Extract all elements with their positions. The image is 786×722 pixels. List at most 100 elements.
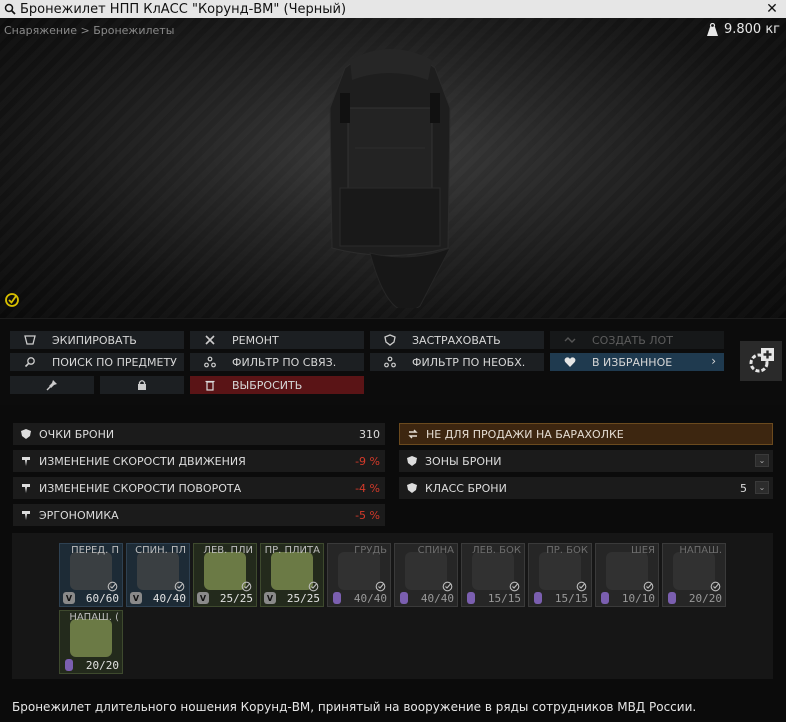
slot-item-image xyxy=(70,552,112,590)
pin-icon xyxy=(44,378,60,392)
slot-durability: 20/20 xyxy=(85,659,119,672)
slot-name: СПИН. ПЛ xyxy=(135,545,186,556)
repair-icon xyxy=(202,333,218,347)
armor-class-value: 5 xyxy=(740,481,747,495)
soft-armor-icon xyxy=(534,592,542,604)
armor-slot[interactable]: ГРУДЬ 40/40 xyxy=(327,543,391,607)
pin-button[interactable] xyxy=(10,376,94,394)
armor-slot[interactable]: ПР. БОК 15/15 xyxy=(528,543,592,607)
breadcrumb[interactable]: Снаряжение > Бронежилеты xyxy=(4,24,174,37)
armor-slot[interactable]: ЛЕВ. БОК 15/15 xyxy=(461,543,525,607)
slot-item-image xyxy=(472,552,514,590)
discard-label: ВЫБРОСИТЬ xyxy=(232,378,303,392)
slot-durability: 25/25 xyxy=(286,592,320,605)
required-filter-label: ФИЛЬТР ПО НЕОБХ. xyxy=(412,355,526,369)
found-in-raid-icon xyxy=(5,293,19,307)
armor-slot[interactable]: НАПАШ. (20/20 xyxy=(59,610,123,674)
armor-slot[interactable]: ПР. ПЛИТА V 25/25 xyxy=(260,543,324,607)
ergonomics-value: -5 % xyxy=(355,508,380,522)
chevron-right-icon: › xyxy=(711,354,716,368)
slot-item-image xyxy=(673,552,715,590)
favorite-button[interactable]: В ИЗБРАННОЕ › xyxy=(550,353,724,371)
equip-button[interactable]: ЭКИПИРОВАТЬ xyxy=(10,331,184,349)
modding-button[interactable] xyxy=(740,341,782,381)
flea-market-notice: НЕ ДЛЯ ПРОДАЖИ НА БАРАХОЛКЕ xyxy=(399,423,773,445)
checkmark-icon xyxy=(643,581,654,592)
armor-zones-row[interactable]: ЗОНЫ БРОНИ ⌄ xyxy=(399,450,773,472)
slot-item-image xyxy=(539,552,581,590)
checkmark-icon xyxy=(107,581,118,592)
linked-filter-button[interactable]: ФИЛЬТР ПО СВЯЗ. xyxy=(190,353,364,371)
slot-name: ШЕЯ xyxy=(631,545,655,556)
slot-durability: 40/40 xyxy=(152,592,186,605)
slot-durability: 40/40 xyxy=(353,592,387,605)
movement-speed-value: -9 % xyxy=(355,454,380,468)
search-icon[interactable] xyxy=(3,2,17,16)
action-panel: ЭКИПИРОВАТЬ РЕМОНТ ЗАСТРАХОВАТЬ СОЗДАТЬ … xyxy=(0,318,786,405)
slot-item-image xyxy=(70,619,112,657)
soft-armor-icon xyxy=(400,592,408,604)
required-filter-button[interactable]: ФИЛЬТР ПО НЕОБХ. xyxy=(370,353,544,371)
slot-name: ЛЕВ. БОК xyxy=(472,545,521,556)
slot-item-image xyxy=(204,552,246,590)
armor-points-label: ОЧКИ БРОНИ xyxy=(39,427,115,441)
gear-plus-icon xyxy=(749,348,774,373)
title-bar: Бронежилет НПП КлАСС "Корунд-ВМ" (Черный… xyxy=(0,0,786,18)
slot-item-image xyxy=(271,552,313,590)
slot-durability: 10/10 xyxy=(621,592,655,605)
armor-slot[interactable]: ЛЕВ. ПЛИ V 25/25 xyxy=(193,543,257,607)
repair-label: РЕМОНТ xyxy=(232,333,279,347)
slot-name: СПИНА xyxy=(417,545,454,556)
checkmark-icon xyxy=(174,581,185,592)
lock-button[interactable] xyxy=(100,376,184,394)
armor-slots-panel: ПЕРЕД. П V 60/60 СПИН. ПЛ V 40/40 ЛЕВ. ПЛИ V 25/… xyxy=(12,533,773,679)
plate-class-badge: V xyxy=(264,592,276,604)
chevron-down-icon[interactable]: ⌄ xyxy=(755,454,769,467)
armor-points-row: ОЧКИ БРОНИ 310 xyxy=(13,423,385,445)
close-icon[interactable]: ✕ xyxy=(764,0,780,18)
shield-icon xyxy=(405,454,419,468)
slot-item-image xyxy=(137,552,179,590)
insure-button[interactable]: ЗАСТРАХОВАТЬ xyxy=(370,331,544,349)
armor-class-label: КЛАСС БРОНИ xyxy=(425,481,507,495)
stats-panel: ОЧКИ БРОНИ 310 ИЗМЕНЕНИЕ СКОРОСТИ ДВИЖЕН… xyxy=(0,418,786,530)
soft-armor-icon xyxy=(601,592,609,604)
checkmark-icon xyxy=(442,581,453,592)
slot-name: ЛЕВ. ПЛИ xyxy=(203,545,253,556)
soft-armor-icon xyxy=(65,659,73,671)
lock-icon xyxy=(134,378,150,392)
trash-icon xyxy=(202,378,218,392)
create-offer-label: СОЗДАТЬ ЛОТ xyxy=(592,333,673,347)
armor-class-row[interactable]: КЛАСС БРОНИ 5 ⌄ xyxy=(399,477,773,499)
repair-button[interactable]: РЕМОНТ xyxy=(190,331,364,349)
armor-slot[interactable]: НАПАШ. 20/20 xyxy=(662,543,726,607)
equip-label: ЭКИПИРОВАТЬ xyxy=(52,333,137,347)
magnifier-icon xyxy=(22,355,38,369)
discard-button[interactable]: ВЫБРОСИТЬ xyxy=(190,376,364,394)
armor-slot[interactable]: СПИН. ПЛ V 40/40 xyxy=(126,543,190,607)
weight-down-icon xyxy=(19,508,33,522)
ergonomics-row: ЭРГОНОМИКА -5 % xyxy=(13,504,385,526)
slot-name: НАПАШ. xyxy=(679,545,722,556)
shield-icon xyxy=(405,481,419,495)
weight-icon xyxy=(706,22,718,36)
create-offer-button[interactable]: СОЗДАТЬ ЛОТ xyxy=(550,331,724,349)
armor-slot[interactable]: ПЕРЕД. П V 60/60 xyxy=(59,543,123,607)
insure-label: ЗАСТРАХОВАТЬ xyxy=(412,333,501,347)
armor-slot[interactable]: ШЕЯ 10/10 xyxy=(595,543,659,607)
weight-value: 9.800 кг xyxy=(723,22,780,37)
armor-slot[interactable]: СПИНА 40/40 xyxy=(394,543,458,607)
equip-icon xyxy=(22,333,38,347)
slot-durability: 40/40 xyxy=(420,592,454,605)
checkmark-icon xyxy=(241,581,252,592)
shield-icon xyxy=(19,427,33,441)
slot-durability: 15/15 xyxy=(554,592,588,605)
slot-durability: 20/20 xyxy=(688,592,722,605)
item-preview: Снаряжение > Бронежилеты 9.800 кг xyxy=(0,18,786,318)
linked-filter-label: ФИЛЬТР ПО СВЯЗ. xyxy=(232,355,337,369)
item-description: Бронежилет длительного ношения Корунд-ВМ… xyxy=(12,700,697,714)
search-by-item-button[interactable]: ПОИСК ПО ПРЕДМЕТУ xyxy=(10,353,184,371)
checkmark-icon xyxy=(710,581,721,592)
chevron-down-icon[interactable]: ⌄ xyxy=(755,481,769,494)
favorite-label: В ИЗБРАННОЕ xyxy=(592,355,673,369)
